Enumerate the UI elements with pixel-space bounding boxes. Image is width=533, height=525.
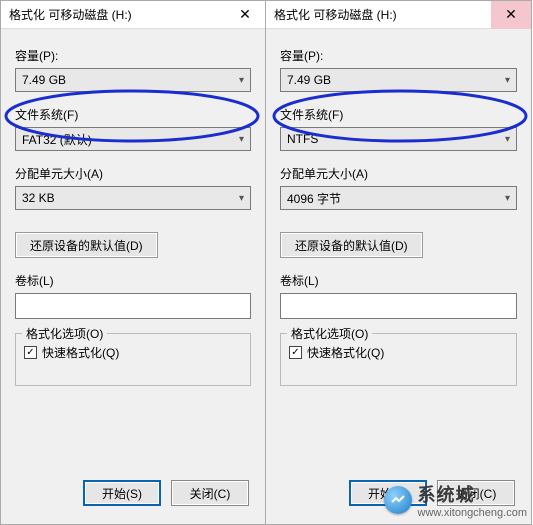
allocation-select[interactable]: 32 KB ▾ bbox=[15, 186, 251, 210]
quick-format-checkbox[interactable]: ✓ bbox=[24, 346, 37, 359]
capacity-value: 7.49 GB bbox=[287, 73, 331, 87]
volume-input[interactable] bbox=[15, 293, 251, 319]
filesystem-label: 文件系统(F) bbox=[15, 106, 251, 123]
format-options-group: 格式化选项(O) ✓ 快速格式化(Q) bbox=[15, 333, 251, 386]
allocation-select[interactable]: 4096 字节 ▾ bbox=[280, 186, 517, 210]
volume-label: 卷标(L) bbox=[280, 272, 517, 289]
quick-format-label: 快速格式化(Q) bbox=[307, 344, 384, 361]
chevron-down-icon: ▾ bbox=[505, 75, 510, 86]
watermark-url: www.xitongcheng.com bbox=[418, 507, 527, 519]
watermark-brand: 系统城 bbox=[418, 481, 527, 507]
capacity-label: 容量(P): bbox=[15, 47, 251, 64]
close-button[interactable]: 关闭(C) bbox=[171, 480, 249, 506]
filesystem-select[interactable]: NTFS ▾ bbox=[280, 127, 517, 151]
watermark-logo-icon bbox=[384, 486, 412, 514]
chevron-down-icon: ▾ bbox=[505, 193, 510, 204]
volume-label: 卷标(L) bbox=[15, 272, 251, 289]
filesystem-value: NTFS bbox=[287, 132, 318, 146]
allocation-label: 分配单元大小(A) bbox=[280, 165, 517, 182]
window-title: 格式化 可移动磁盘 (H:) bbox=[274, 6, 491, 23]
format-options-group: 格式化选项(O) ✓ 快速格式化(Q) bbox=[280, 333, 517, 386]
filesystem-value: FAT32 (默认) bbox=[22, 131, 92, 148]
allocation-label: 分配单元大小(A) bbox=[15, 165, 251, 182]
volume-input[interactable] bbox=[280, 293, 517, 319]
allocation-value: 4096 字节 bbox=[287, 190, 341, 207]
chevron-down-icon: ▾ bbox=[239, 75, 244, 86]
restore-defaults-button[interactable]: 还原设备的默认值(D) bbox=[280, 232, 423, 258]
quick-format-checkbox[interactable]: ✓ bbox=[289, 346, 302, 359]
start-button[interactable]: 开始(S) bbox=[83, 480, 161, 506]
capacity-select[interactable]: 7.49 GB ▾ bbox=[15, 68, 251, 92]
capacity-select[interactable]: 7.49 GB ▾ bbox=[280, 68, 517, 92]
format-options-legend: 格式化选项(O) bbox=[22, 325, 107, 342]
capacity-label: 容量(P): bbox=[280, 47, 517, 64]
window-title: 格式化 可移动磁盘 (H:) bbox=[9, 6, 225, 23]
quick-format-row[interactable]: ✓ 快速格式化(Q) bbox=[24, 344, 242, 361]
close-icon[interactable]: ✕ bbox=[225, 1, 265, 29]
titlebar: 格式化 可移动磁盘 (H:) ✕ bbox=[266, 1, 531, 29]
format-dialog-left: 格式化 可移动磁盘 (H:) ✕ 容量(P): 7.49 GB ▾ 文件系统(F… bbox=[0, 0, 266, 525]
capacity-value: 7.49 GB bbox=[22, 73, 66, 87]
quick-format-label: 快速格式化(Q) bbox=[42, 344, 119, 361]
watermark: 系统城 www.xitongcheng.com bbox=[384, 481, 527, 519]
format-options-legend: 格式化选项(O) bbox=[287, 325, 372, 342]
filesystem-select[interactable]: FAT32 (默认) ▾ bbox=[15, 127, 251, 151]
chevron-down-icon: ▾ bbox=[505, 134, 510, 145]
chevron-down-icon: ▾ bbox=[239, 193, 244, 204]
filesystem-label: 文件系统(F) bbox=[280, 106, 517, 123]
allocation-value: 32 KB bbox=[22, 191, 55, 205]
quick-format-row[interactable]: ✓ 快速格式化(Q) bbox=[289, 344, 508, 361]
titlebar: 格式化 可移动磁盘 (H:) ✕ bbox=[1, 1, 265, 29]
chevron-down-icon: ▾ bbox=[239, 134, 244, 145]
close-icon[interactable]: ✕ bbox=[491, 1, 531, 29]
format-dialog-right: 格式化 可移动磁盘 (H:) ✕ 容量(P): 7.49 GB ▾ 文件系统(F… bbox=[266, 0, 532, 525]
restore-defaults-button[interactable]: 还原设备的默认值(D) bbox=[15, 232, 158, 258]
